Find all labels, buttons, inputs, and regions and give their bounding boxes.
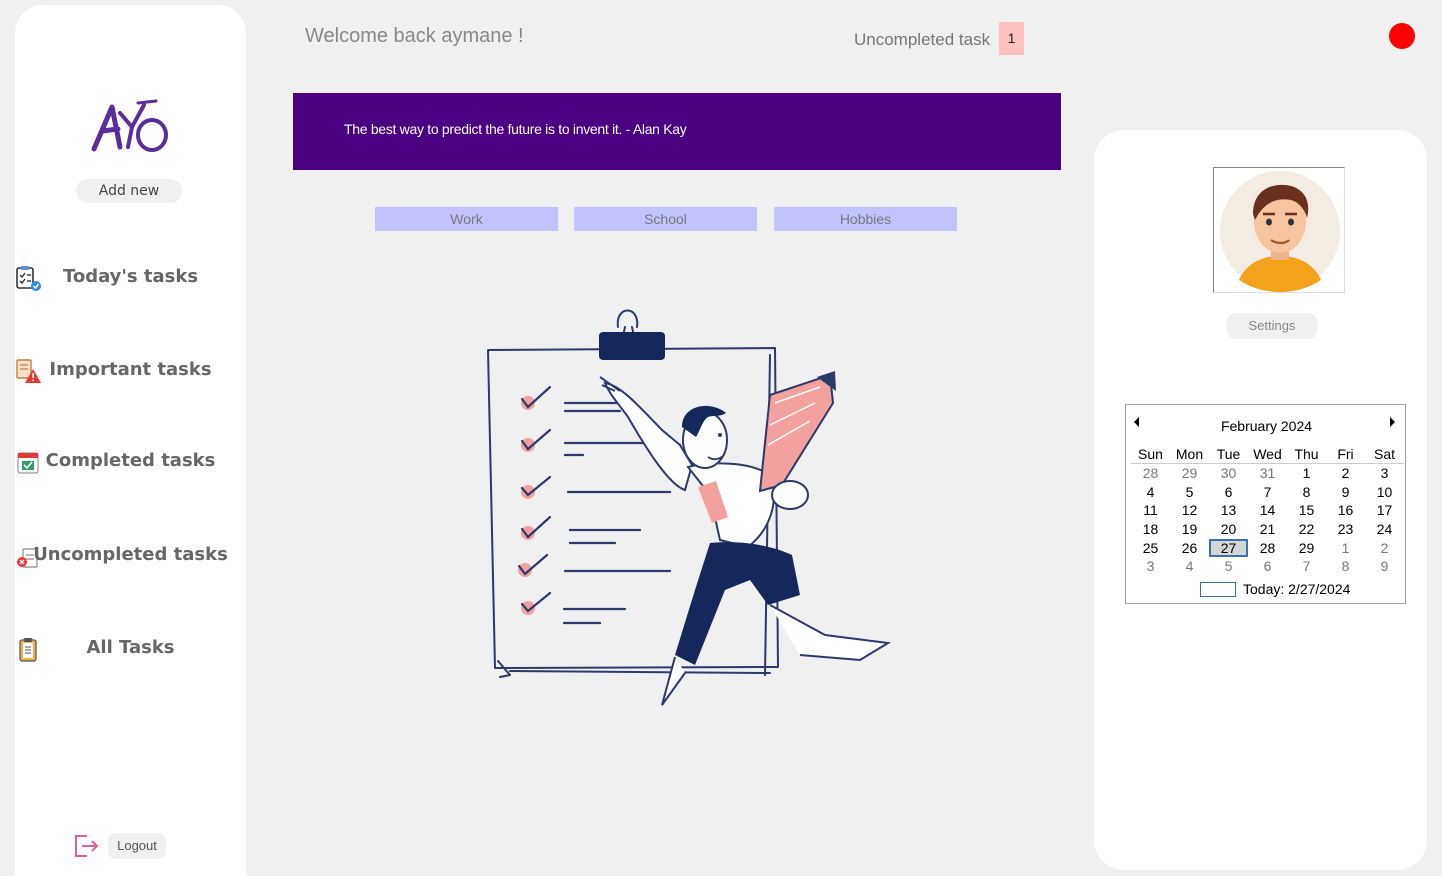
today-label: Today: 2/27/2024 bbox=[1243, 581, 1351, 597]
calendar-day[interactable]: 1 bbox=[1326, 539, 1365, 558]
settings-button[interactable]: Settings bbox=[1227, 313, 1317, 339]
profile-panel: Settings February 2024 Sun Mon Tue Wed T… bbox=[1094, 130, 1427, 870]
calendar-day[interactable]: 25 bbox=[1131, 539, 1170, 558]
sidebar: Add new Today's tasks Important tasks Co… bbox=[15, 5, 246, 876]
app-logo bbox=[91, 99, 168, 152]
calendar-day[interactable]: 18 bbox=[1131, 520, 1170, 539]
calendar-week-row: 18 19 20 21 22 23 24 bbox=[1131, 520, 1404, 539]
calendar-day[interactable]: 9 bbox=[1365, 557, 1404, 576]
calendar-day[interactable]: 2 bbox=[1365, 539, 1404, 558]
calendar-day[interactable]: 24 bbox=[1365, 520, 1404, 539]
sidebar-item-label: Important tasks bbox=[49, 359, 212, 380]
sidebar-item-todays-tasks[interactable]: Today's tasks bbox=[15, 257, 246, 297]
calendar-day[interactable]: 5 bbox=[1170, 483, 1209, 502]
category-school-button[interactable]: School bbox=[574, 207, 757, 231]
user-avatar-icon bbox=[1220, 171, 1340, 292]
calendar-day[interactable]: 8 bbox=[1287, 483, 1326, 502]
weekday-label: Mon bbox=[1175, 446, 1204, 462]
status-indicator[interactable] bbox=[1389, 23, 1415, 49]
weekday-label: Tue bbox=[1216, 446, 1241, 462]
calendar-day[interactable]: 28 bbox=[1248, 539, 1287, 558]
calendar-day[interactable]: 6 bbox=[1248, 557, 1287, 576]
category-work-button[interactable]: Work bbox=[375, 207, 558, 231]
logout-icon[interactable] bbox=[73, 833, 101, 859]
calendar-day[interactable]: 23 bbox=[1326, 520, 1365, 539]
quote-banner: The best way to predict the future is to… bbox=[293, 93, 1061, 170]
sidebar-item-label: Today's tasks bbox=[62, 266, 199, 287]
sidebar-item-label: All Tasks bbox=[86, 637, 175, 658]
add-new-button[interactable]: Add new bbox=[76, 179, 182, 203]
category-hobbies-button[interactable]: Hobbies bbox=[774, 207, 957, 231]
month-calendar[interactable]: February 2024 Sun Mon Tue Wed Thu Fri Sa… bbox=[1125, 404, 1406, 604]
calendar-day[interactable]: 9 bbox=[1326, 483, 1365, 502]
calendar-day[interactable]: 4 bbox=[1170, 557, 1209, 576]
calendar-week-row: 3 4 5 6 7 8 9 bbox=[1131, 557, 1404, 576]
today-marker bbox=[1200, 582, 1236, 597]
calendar-day[interactable]: 31 bbox=[1248, 464, 1287, 483]
weekday-label: Sat bbox=[1373, 446, 1395, 462]
sidebar-item-label: Completed tasks bbox=[45, 450, 216, 471]
calendar-day[interactable]: 7 bbox=[1287, 557, 1326, 576]
sidebar-item-label: Uncompleted tasks bbox=[33, 544, 228, 565]
calendar-day[interactable]: 26 bbox=[1170, 539, 1209, 558]
calendar-day[interactable]: 19 bbox=[1170, 520, 1209, 539]
calendar-day[interactable]: 29 bbox=[1287, 539, 1326, 558]
calendar-week-row: 25 26 27 28 29 1 2 bbox=[1131, 538, 1404, 558]
calendar-grid: Sun Mon Tue Wed Thu Fri Sat 28 29 30 31 … bbox=[1131, 445, 1404, 576]
calendar-day-selected[interactable]: 27 bbox=[1209, 538, 1248, 558]
calendar-day[interactable]: 20 bbox=[1209, 520, 1248, 539]
logout-button[interactable]: Logout bbox=[108, 833, 166, 859]
calendar-week-row: 11 12 13 14 15 16 17 bbox=[1131, 501, 1404, 520]
calendar-day[interactable]: 7 bbox=[1248, 483, 1287, 502]
weekday-label: Fri bbox=[1337, 446, 1354, 462]
calendar-month-title[interactable]: February 2024 bbox=[1126, 418, 1407, 434]
calendar-day[interactable]: 28 bbox=[1131, 464, 1170, 483]
weekday-label: Wed bbox=[1253, 446, 1282, 462]
calendar-day[interactable]: 8 bbox=[1326, 557, 1365, 576]
welcome-message: Welcome back aymane ! bbox=[305, 25, 524, 47]
weekday-label: Sun bbox=[1138, 446, 1163, 462]
calendar-day[interactable]: 6 bbox=[1209, 483, 1248, 502]
uncompleted-task-label: Uncompleted task bbox=[854, 30, 991, 49]
calendar-day[interactable]: 17 bbox=[1365, 501, 1404, 520]
quote-text: The best way to predict the future is to… bbox=[344, 121, 687, 137]
calendar-day[interactable]: 13 bbox=[1209, 501, 1248, 520]
calendar-day[interactable]: 2 bbox=[1326, 464, 1365, 483]
weekday-label: Thu bbox=[1294, 446, 1319, 462]
next-month-arrow-icon[interactable] bbox=[1390, 417, 1395, 427]
calendar-day[interactable]: 5 bbox=[1209, 557, 1248, 576]
calendar-week-row: 4 5 6 7 8 9 10 bbox=[1131, 483, 1404, 502]
calendar-day[interactable]: 22 bbox=[1287, 520, 1326, 539]
sidebar-item-important-tasks[interactable]: Important tasks bbox=[15, 350, 246, 390]
uncompleted-task-count: 1 bbox=[999, 22, 1024, 55]
avatar[interactable] bbox=[1213, 167, 1345, 293]
calendar-day[interactable]: 29 bbox=[1170, 464, 1209, 483]
calendar-day[interactable]: 14 bbox=[1248, 501, 1287, 520]
calendar-day[interactable]: 21 bbox=[1248, 520, 1287, 539]
calendar-day[interactable]: 1 bbox=[1287, 464, 1326, 483]
calendar-week-row: 28 29 30 31 1 2 3 bbox=[1131, 464, 1404, 483]
calendar-day[interactable]: 3 bbox=[1365, 464, 1404, 483]
calendar-day[interactable]: 15 bbox=[1287, 501, 1326, 520]
calendar-day[interactable]: 16 bbox=[1326, 501, 1365, 520]
calendar-day[interactable]: 3 bbox=[1131, 557, 1170, 576]
calendar-day[interactable]: 4 bbox=[1131, 483, 1170, 502]
task-checklist-illustration bbox=[487, 309, 891, 706]
calendar-weekday-header: Sun Mon Tue Wed Thu Fri Sat bbox=[1131, 445, 1404, 464]
sidebar-item-completed-tasks[interactable]: Completed tasks bbox=[15, 441, 246, 481]
sidebar-item-uncompleted-tasks[interactable]: Uncompleted tasks bbox=[15, 535, 246, 575]
sidebar-item-all-tasks[interactable]: All Tasks bbox=[15, 628, 246, 668]
calendar-day[interactable]: 12 bbox=[1170, 501, 1209, 520]
calendar-day[interactable]: 30 bbox=[1209, 464, 1248, 483]
calendar-day[interactable]: 11 bbox=[1131, 501, 1170, 520]
calendar-day[interactable]: 10 bbox=[1365, 483, 1404, 502]
